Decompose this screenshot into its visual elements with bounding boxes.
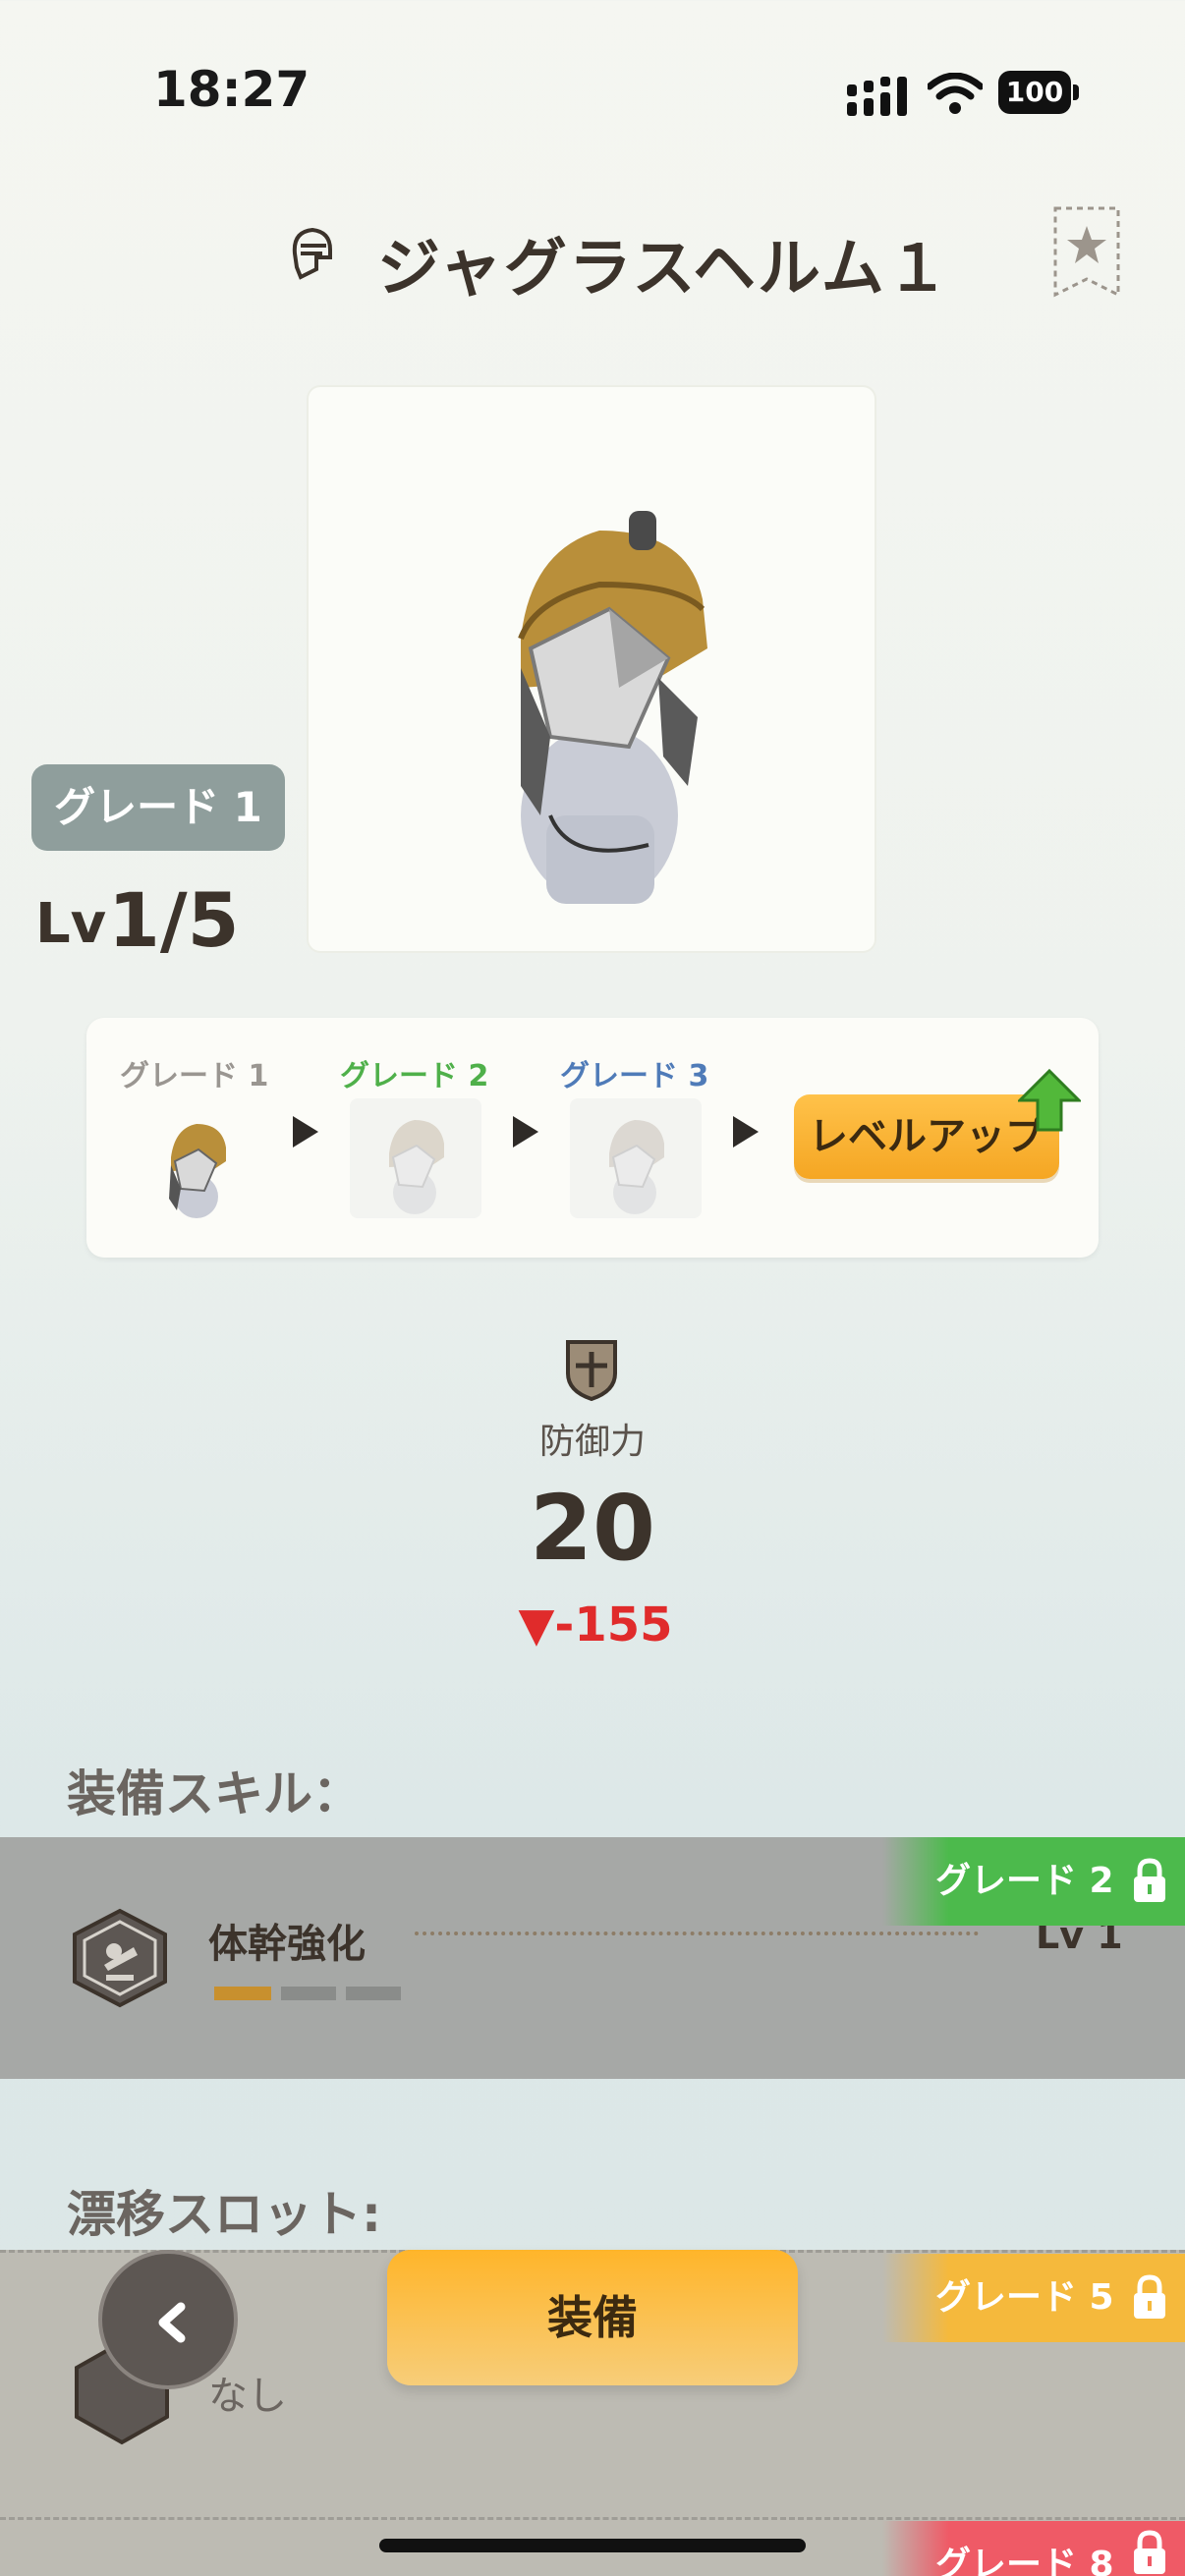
grade-3-label: グレード 3: [560, 1059, 709, 1093]
defense-label: 防御力: [538, 1422, 646, 1462]
helmet-category-icon: [292, 227, 332, 280]
home-indicator: [379, 2539, 806, 2552]
skill-name: 体幹強化: [208, 1922, 366, 1967]
chevron-left-icon: [158, 2302, 186, 2343]
battery-level: 100: [998, 71, 1071, 114]
cellular-signal-icon: [847, 77, 907, 116]
grade-1-thumbnail[interactable]: [132, 1102, 263, 1222]
grade-lock-label: グレード 8: [935, 2545, 1114, 2576]
progression-arrow-icon: [513, 1116, 538, 1148]
skills-section-title: 装備スキル：: [67, 1765, 362, 1822]
grade-2-label: グレード 2: [340, 1059, 489, 1093]
grade-2-thumbnail[interactable]: [350, 1098, 481, 1218]
page-title: ジャグラスヘルム１: [377, 233, 951, 306]
level-value: 1/5: [108, 876, 240, 964]
progression-arrow-icon: [293, 1116, 318, 1148]
helmet-image: [518, 511, 707, 904]
wifi-icon: [928, 73, 983, 114]
skill-progress-segment: [346, 1987, 401, 2000]
lock-icon: [1134, 2274, 1165, 2319]
defense-difference: ▼-155: [518, 1597, 673, 1652]
grade-1-label: グレード 1: [120, 1059, 269, 1093]
skill-leader-dots: [415, 1932, 979, 1935]
back-button[interactable]: [98, 2250, 238, 2389]
defense-shield-icon: [566, 1340, 617, 1401]
grade-3-thumbnail[interactable]: [570, 1098, 702, 1218]
level-up-arrow-icon: [1018, 1069, 1081, 1132]
grade-badge: グレード 1: [31, 764, 285, 851]
lock-icon: [1134, 1858, 1165, 1902]
skill-core-strength-icon: [73, 1908, 167, 2008]
battery-icon: 100: [998, 71, 1079, 114]
grade-lock-label: グレード 5: [935, 2277, 1114, 2318]
drift-slots-section-title: 漂移スロット:: [67, 2186, 381, 2243]
defense-value: 20: [529, 1476, 656, 1581]
equip-button[interactable]: 装備: [387, 2250, 798, 2385]
status-time: 18:27: [153, 61, 310, 118]
favorite-bookmark-button[interactable]: [1051, 204, 1122, 299]
level-prefix: Lv: [35, 892, 107, 956]
grade-lock-label: グレード 2: [935, 1861, 1114, 1901]
progression-arrow-icon: [733, 1116, 759, 1148]
lock-icon: [1134, 2530, 1165, 2574]
skill-progress-segment-filled: [214, 1987, 271, 2000]
skill-progress-segment: [281, 1987, 336, 2000]
